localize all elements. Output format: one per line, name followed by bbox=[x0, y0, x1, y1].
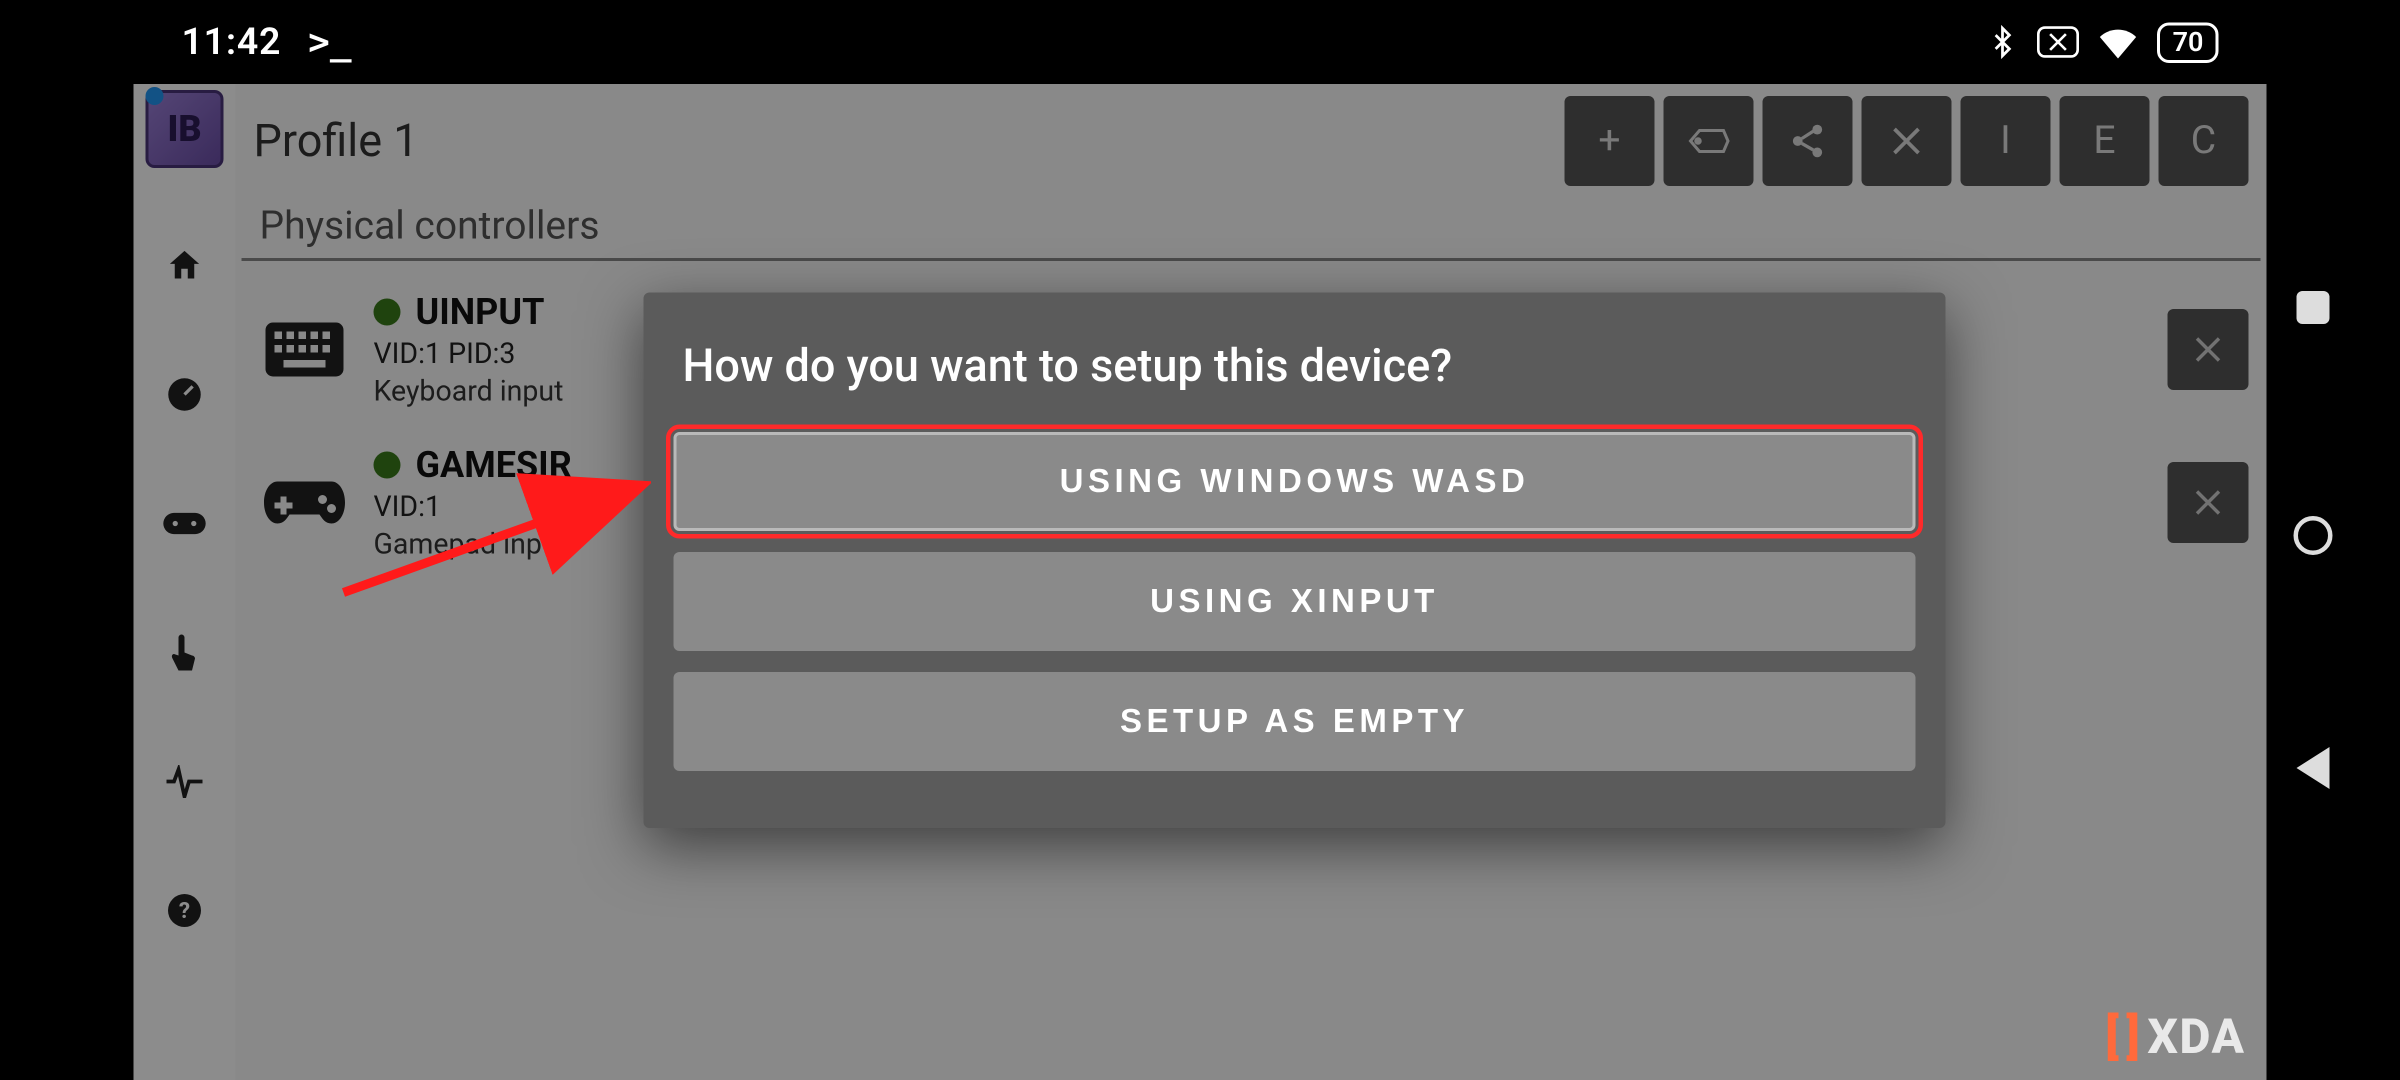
setup-device-dialog: How do you want to setup this device? US… bbox=[644, 293, 1946, 829]
bluetooth-icon bbox=[1987, 23, 2020, 62]
status-dot bbox=[374, 299, 401, 326]
battery-percent: 70 bbox=[2173, 26, 2204, 58]
option-windows-wasd[interactable]: USING WINDOWS WASD bbox=[674, 432, 1916, 531]
home-icon[interactable] bbox=[162, 243, 207, 288]
status-bar: 11:42 >_ 70 bbox=[134, 0, 2267, 84]
recents-button[interactable] bbox=[2296, 291, 2329, 324]
device-remove-button[interactable] bbox=[2168, 309, 2249, 390]
option-xinput[interactable]: USING XINPUT bbox=[674, 552, 1916, 651]
gauge-icon[interactable] bbox=[162, 372, 207, 417]
sim-disabled-icon bbox=[2038, 26, 2080, 59]
touch-icon[interactable] bbox=[162, 630, 207, 675]
xda-watermark: [ ] XDA bbox=[2105, 1008, 2245, 1065]
activity-icon[interactable] bbox=[162, 759, 207, 804]
section-title: Physical controllers bbox=[242, 198, 2261, 261]
status-time: 11:42 bbox=[182, 20, 282, 64]
option-empty[interactable]: SETUP AS EMPTY bbox=[674, 672, 1916, 771]
device-screen: 11:42 >_ 70 bbox=[134, 0, 2267, 1080]
svg-text:?: ? bbox=[179, 898, 190, 924]
c-button[interactable]: C bbox=[2159, 96, 2249, 186]
watermark-text: XDA bbox=[2147, 1008, 2245, 1065]
app-sidebar: IB bbox=[134, 84, 236, 1080]
device-name: UINPUT bbox=[416, 291, 545, 333]
share-button[interactable] bbox=[1763, 96, 1853, 186]
i-button[interactable]: I bbox=[1961, 96, 2051, 186]
status-dot bbox=[374, 452, 401, 479]
terminal-icon: >_ bbox=[308, 21, 351, 63]
help-icon[interactable]: ? bbox=[162, 888, 207, 933]
profile-title[interactable]: Profile 1 bbox=[254, 115, 419, 168]
e-button[interactable]: E bbox=[2060, 96, 2150, 186]
tag-button[interactable] bbox=[1664, 96, 1754, 186]
wifi-icon bbox=[2098, 26, 2140, 59]
device-remove-button[interactable] bbox=[2168, 462, 2249, 543]
close-button[interactable] bbox=[1862, 96, 1952, 186]
back-button[interactable] bbox=[2296, 747, 2329, 789]
android-nav-bar bbox=[2267, 0, 2359, 1080]
dialog-title: How do you want to setup this device? bbox=[683, 341, 1907, 394]
keyboard-icon bbox=[263, 320, 347, 380]
device-name: GAMESIR bbox=[416, 444, 572, 486]
battery-indicator: 70 bbox=[2158, 22, 2219, 63]
gamepad-icon[interactable] bbox=[162, 501, 207, 546]
gamepad-device-icon bbox=[263, 473, 347, 533]
add-button[interactable]: + bbox=[1565, 96, 1655, 186]
app-logo[interactable]: IB bbox=[146, 90, 224, 168]
app-logo-text: IB bbox=[167, 108, 201, 150]
home-button[interactable] bbox=[2293, 516, 2332, 555]
